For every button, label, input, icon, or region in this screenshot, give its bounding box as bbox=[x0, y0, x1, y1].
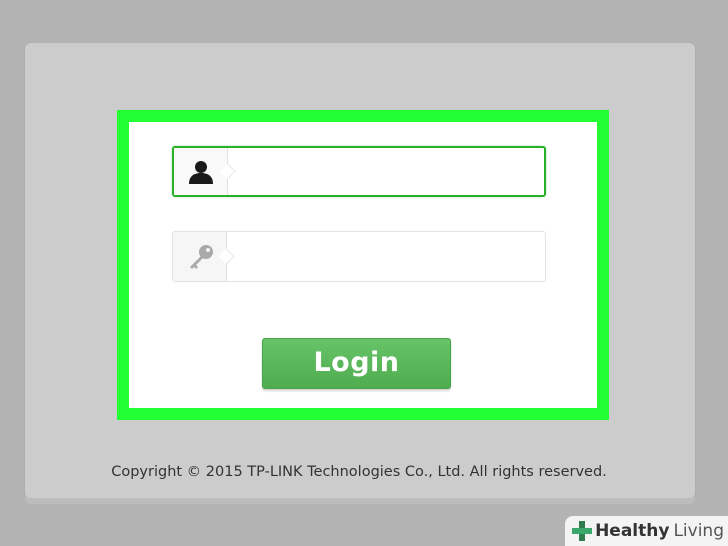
watermark-brand-bold: Healthy bbox=[595, 521, 670, 541]
password-field[interactable] bbox=[172, 231, 546, 282]
username-icon-cell bbox=[174, 148, 228, 195]
username-field[interactable] bbox=[172, 146, 546, 197]
password-input[interactable] bbox=[237, 232, 537, 281]
username-input[interactable] bbox=[238, 148, 538, 195]
password-icon-cell bbox=[173, 232, 227, 281]
watermark-brand-light: Living bbox=[673, 521, 724, 541]
key-icon bbox=[190, 244, 213, 269]
page: Login Copyright © 2015 TP-LINK Technolog… bbox=[0, 0, 728, 546]
login-button[interactable]: Login bbox=[262, 338, 451, 389]
healthy-living-logo-icon bbox=[571, 520, 593, 542]
healthy-living-watermark: Healthy Living bbox=[565, 516, 728, 546]
user-icon bbox=[189, 160, 213, 184]
copyright-text: Copyright © 2015 TP-LINK Technologies Co… bbox=[111, 464, 607, 480]
